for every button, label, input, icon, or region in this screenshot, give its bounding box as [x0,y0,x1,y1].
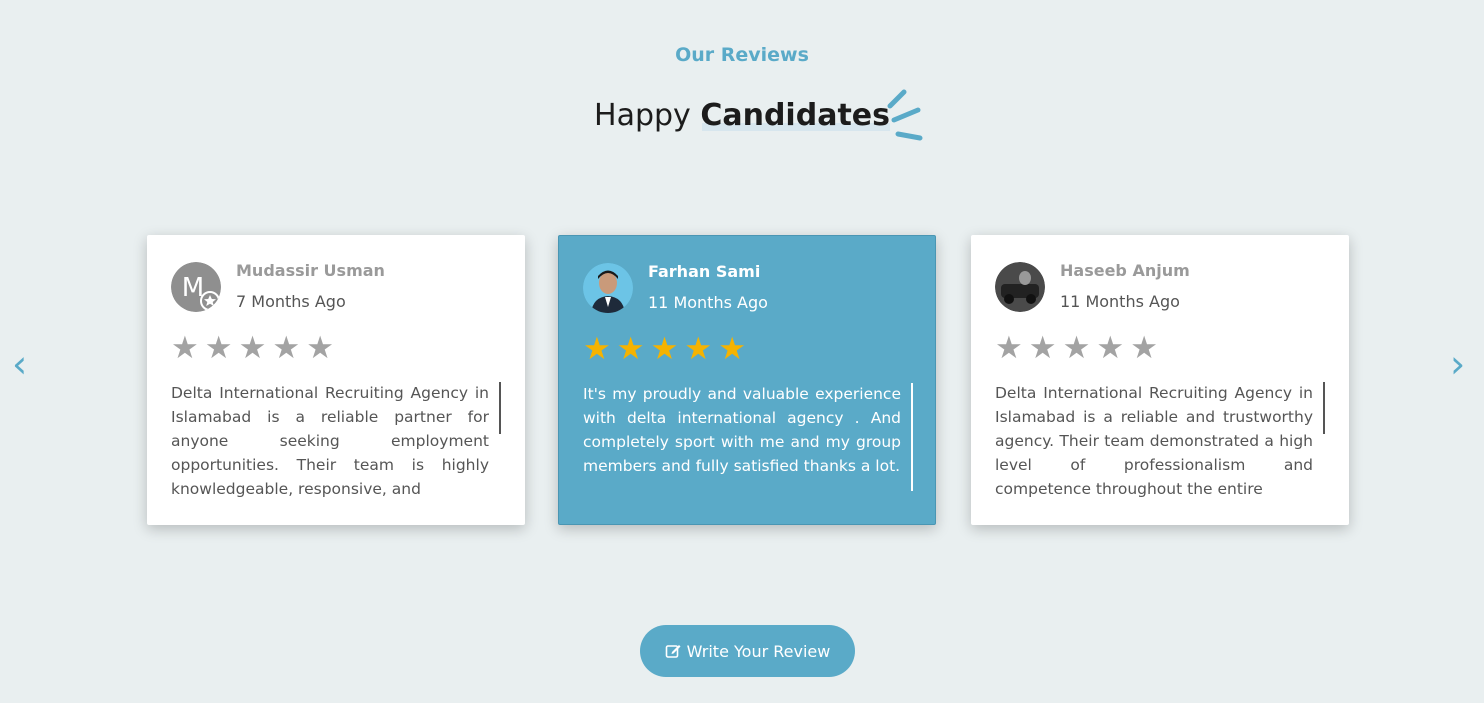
edit-icon [665,645,681,658]
reviewer-name: Farhan Sami [648,262,761,281]
star-icon: ★ [306,330,334,366]
review-date: 7 Months Ago [236,292,346,311]
reviewer-name: Haseeb Anjum [1060,261,1190,280]
star-icon: ★ [1096,330,1125,366]
reviewer-name: Mudassir Usman [236,261,385,280]
review-date: 11 Months Ago [1060,292,1180,311]
heading-bold: Candidates [700,98,890,133]
review-scrollbar[interactable] [1323,382,1325,434]
review-text-container[interactable]: Delta International Recruiting Agency in… [995,381,1325,501]
write-review-button[interactable]: Write Your Review [640,625,855,677]
star-icon: ★ [238,330,267,366]
review-date: 11 Months Ago [648,293,768,312]
section-eyebrow: Our Reviews [675,44,809,66]
review-card: Haseeb Anjum 11 Months Ago ★ ★ ★ ★ ★ Del… [971,235,1349,525]
review-text: Delta International Recruiting Agency in… [171,384,489,498]
review-text: Delta International Recruiting Agency in… [995,384,1313,498]
review-text-container[interactable]: It's my proudly and valuable experience … [583,382,913,502]
review-card-active: Farhan Sami 11 Months Ago ★ ★ ★ ★ ★ It's… [558,235,936,525]
write-review-label: Write Your Review [686,641,831,661]
star-rating: ★ ★ ★ ★ ★ [995,333,1158,364]
avatar [995,262,1045,312]
sparkle-icon [887,89,923,141]
star-icon: ★ [1062,330,1091,366]
star-rating: ★ ★ ★ ★ ★ [171,333,334,364]
carousel-next-button[interactable]: › [1450,342,1465,386]
star-icon: ★ [650,331,679,367]
star-icon: ★ [1028,330,1057,366]
avatar [583,263,633,313]
star-icon: ★ [718,331,746,367]
avatar: M [171,262,221,312]
review-text-container[interactable]: Delta International Recruiting Agency in… [171,381,501,501]
star-icon: ★ [1130,330,1158,366]
star-icon: ★ [583,331,611,367]
star-icon: ★ [616,331,645,367]
star-icon: ★ [171,330,199,366]
star-icon: ★ [684,331,713,367]
star-icon: ★ [204,330,233,366]
star-icon: ★ [272,330,301,366]
carousel-prev-button[interactable]: ‹ [12,342,27,386]
review-scrollbar[interactable] [499,382,501,434]
heading-light: Happy [594,98,701,133]
review-scrollbar[interactable] [911,383,913,491]
star-rating: ★ ★ ★ ★ ★ [583,334,746,365]
section-heading: Happy Candidates [0,98,1484,133]
review-text: It's my proudly and valuable experience … [583,385,901,475]
star-icon: ★ [995,330,1023,366]
review-card: M Mudassir Usman 7 Months Ago ★ ★ ★ ★ ★ … [147,235,525,525]
